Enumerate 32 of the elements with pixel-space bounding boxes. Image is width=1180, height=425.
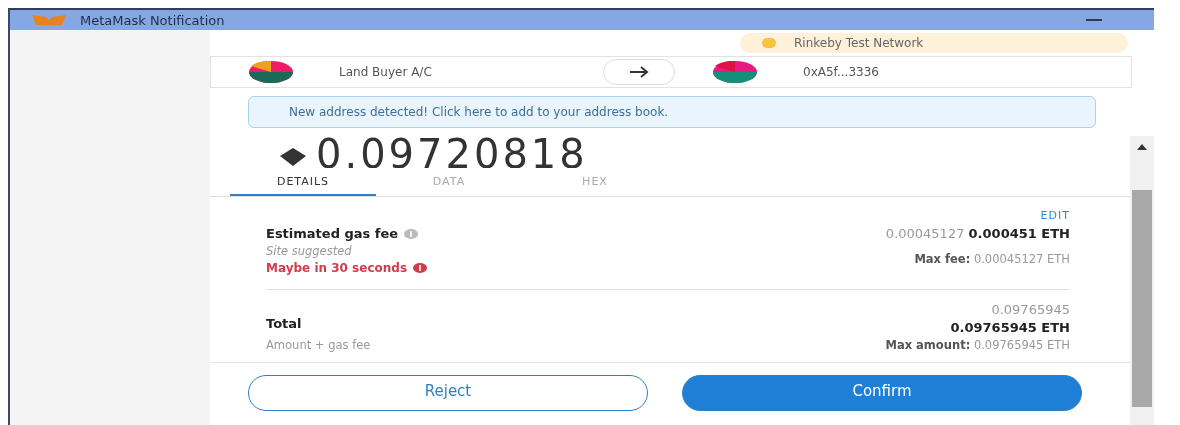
recipient-address: 0xA5f...3336 (803, 65, 879, 79)
avatar-icon (713, 61, 757, 83)
total-label: Total (266, 316, 302, 331)
tab[interactable]: DETAILS (230, 175, 376, 196)
sender-name: Land Buyer A/C (339, 65, 433, 79)
total-amount: 0.09765945 (991, 302, 1070, 317)
new-address-notice[interactable]: New address detected! Click here to add to your address book. (248, 96, 1096, 128)
info-icon (404, 228, 419, 239)
amount: 0.09720818 (316, 136, 588, 168)
ether-icon (280, 148, 306, 166)
confirm-button[interactable]: Confirm (682, 375, 1082, 411)
tab[interactable]: HEX (522, 175, 668, 196)
max-fee: Max fee: 0.00045127 ETH (914, 252, 1070, 266)
avatar-icon (249, 61, 293, 83)
max-amount: Max amount: 0.09765945 ETH (885, 338, 1070, 352)
tab[interactable]: DATA (376, 175, 522, 196)
scroll-up-icon[interactable] (1137, 144, 1147, 150)
fee-source: Site suggested (266, 244, 352, 258)
network-selector[interactable]: Rinkeby Test Network (740, 33, 1128, 53)
scrollbar[interactable] (1130, 136, 1154, 425)
fox-icon (32, 15, 66, 25)
total-value: 0.09765945 ETH (950, 320, 1070, 335)
window-title: MetaMask Notification (80, 12, 226, 28)
total-note: Amount + gas fee (266, 338, 371, 352)
scroll-thumb[interactable] (1132, 190, 1152, 407)
gas-fee-label: Estimated gas fee (266, 226, 399, 241)
reject-button[interactable]: Reject (248, 375, 648, 411)
edit-link[interactable]: EDIT (1040, 209, 1070, 222)
gas-fee-value: 0.00045127 0.000451 ETH (885, 226, 1070, 241)
timing-warning: Maybe in 30 seconds (266, 261, 408, 275)
warning-icon (413, 263, 428, 273)
arrow-icon (603, 59, 675, 85)
